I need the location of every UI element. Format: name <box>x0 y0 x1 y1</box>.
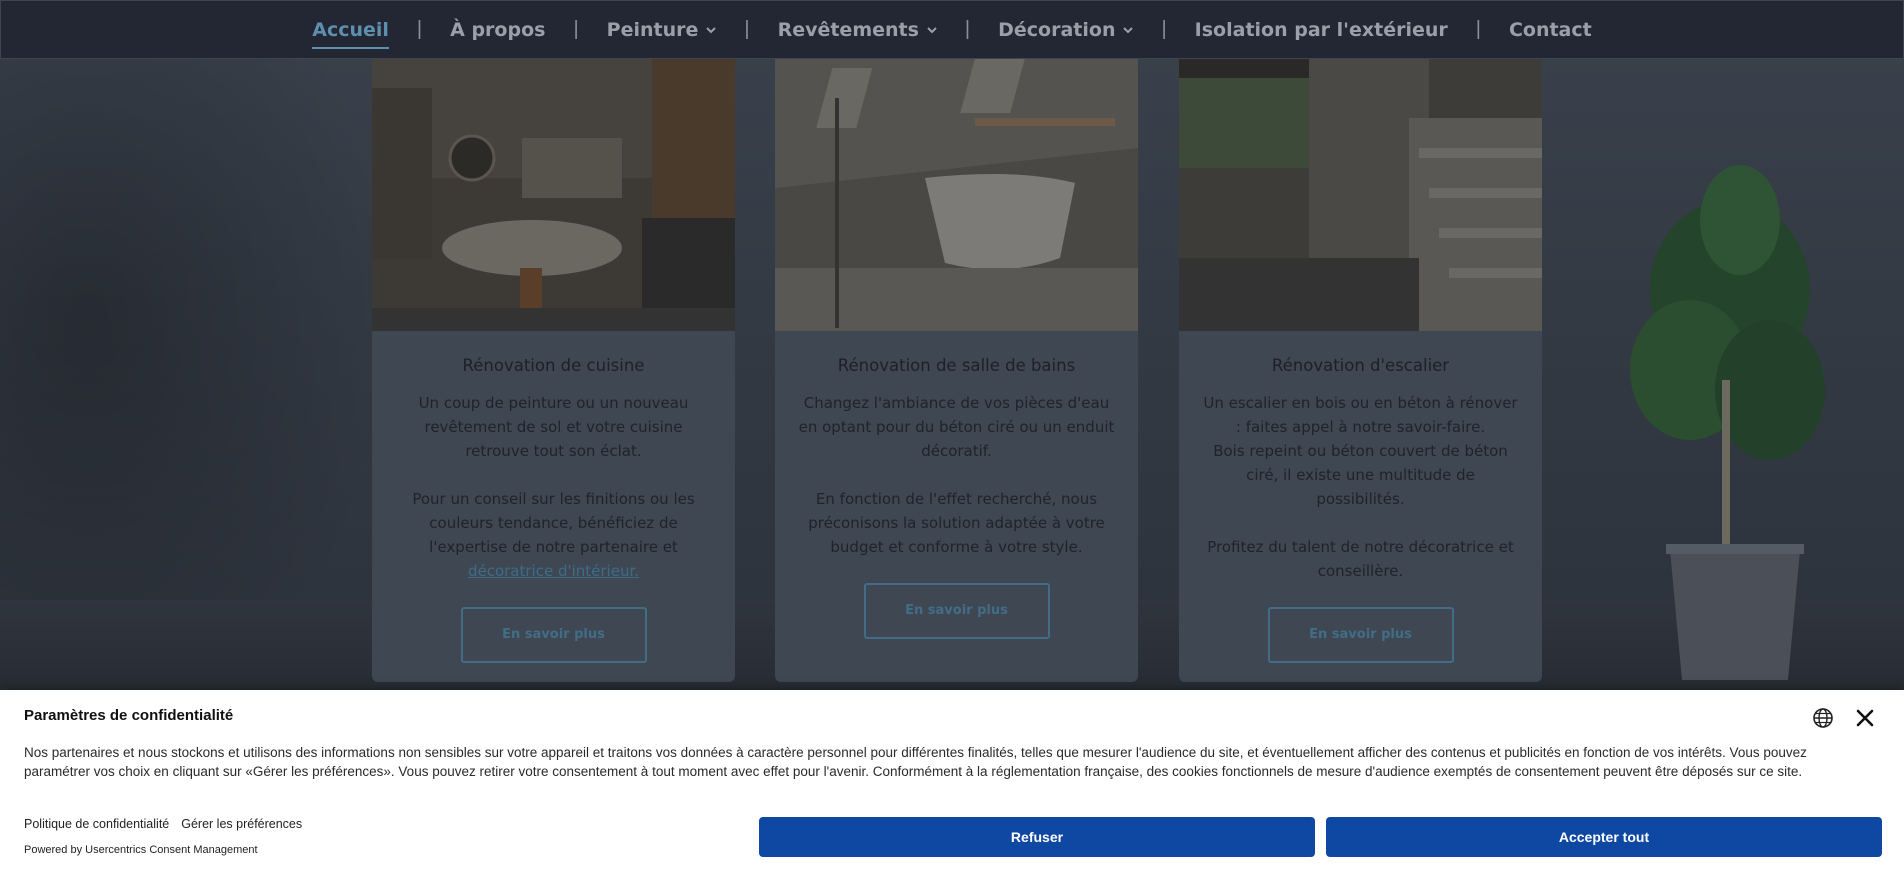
card-title: Rénovation de cuisine <box>462 356 645 375</box>
nav-label: Revêtements <box>777 18 919 41</box>
kitchen-photo <box>372 58 735 331</box>
staircase-photo <box>1179 58 1542 331</box>
learn-more-button[interactable]: En savoir plus <box>1267 607 1454 663</box>
nav-label: Accueil <box>312 19 389 49</box>
consent-title: Paramètres de confidentialité <box>24 707 234 724</box>
card-text: Un escalier en bois ou en béton à rénove… <box>1203 394 1518 436</box>
privacy-policy-link[interactable]: Politique de confidentialité <box>24 817 169 831</box>
nav-label: À propos <box>450 18 546 41</box>
nav-item-decoration[interactable]: Décoration <box>970 19 1161 41</box>
plant-decoration <box>1630 165 1825 680</box>
bathroom-photo <box>775 58 1138 331</box>
nav-label: Décoration <box>998 18 1116 41</box>
card-text: Profitez du talent de notre décoratrice … <box>1207 538 1514 580</box>
nav-item-accueil[interactable]: Accueil <box>284 11 417 49</box>
chevron-down-icon <box>1123 26 1134 33</box>
main-nav: Accueil | À propos | Peinture | Revêteme… <box>0 0 1904 59</box>
wall-shadow <box>0 40 400 690</box>
nav-label: Peinture <box>606 18 699 41</box>
globe-icon[interactable] <box>1812 707 1834 729</box>
decoratrice-link[interactable]: décoratrice d'intérieur. <box>468 562 639 580</box>
card-staircase: Rénovation d'escalier Un escalier en boi… <box>1179 58 1542 682</box>
card-text: Bois repeint ou béton couvert de béton c… <box>1213 442 1508 508</box>
nav-label: Isolation par l'extérieur <box>1194 18 1448 41</box>
chevron-down-icon <box>927 26 937 33</box>
card-text-part: Pour un conseil sur les finitions ou les… <box>412 490 695 556</box>
refuse-button[interactable]: Refuser <box>759 817 1315 857</box>
nav-item-revetements[interactable]: Revêtements <box>750 19 965 41</box>
card-title: Rénovation d'escalier <box>1271 356 1450 375</box>
consent-links: Politique de confidentialité Gérer les p… <box>24 817 302 831</box>
manage-preferences-link[interactable]: Gérer les préférences <box>181 817 302 831</box>
card-text: En fonction de l'effet recherché, nous p… <box>808 490 1105 556</box>
powered-by-text: Powered by Usercentrics Consent Manageme… <box>24 844 258 856</box>
learn-more-button[interactable]: En savoir plus <box>460 607 647 663</box>
nav-item-isolation[interactable]: Isolation par l'extérieur <box>1167 19 1476 41</box>
learn-more-button[interactable]: En savoir plus <box>863 583 1050 639</box>
close-icon[interactable] <box>1855 708 1875 728</box>
card-title: Rénovation de salle de bains <box>837 356 1076 375</box>
card-kitchen: Rénovation de cuisine Un coup de peintur… <box>372 58 735 682</box>
card-text-advice: Pour un conseil sur les finitions ou les… <box>394 487 714 583</box>
consent-banner: Paramètres de confidentialité Nos parten… <box>0 690 1904 880</box>
card-bathroom: Rénovation de salle de bains Changez l'a… <box>775 58 1138 682</box>
nav-label: Contact <box>1508 18 1592 41</box>
nav-item-a-propos[interactable]: À propos <box>422 19 573 41</box>
accept-all-button[interactable]: Accepter tout <box>1326 817 1882 857</box>
card-text: Changez l'ambiance de vos pièces d'eau e… <box>798 394 1115 460</box>
card-text: Un coup de peinture ou un nouveau revête… <box>418 394 689 460</box>
chevron-down-icon <box>706 26 717 33</box>
consent-description: Nos partenaires et nous stockons et util… <box>24 745 1807 779</box>
nav-item-contact[interactable]: Contact <box>1481 19 1620 41</box>
nav-item-peinture[interactable]: Peinture <box>579 19 745 41</box>
